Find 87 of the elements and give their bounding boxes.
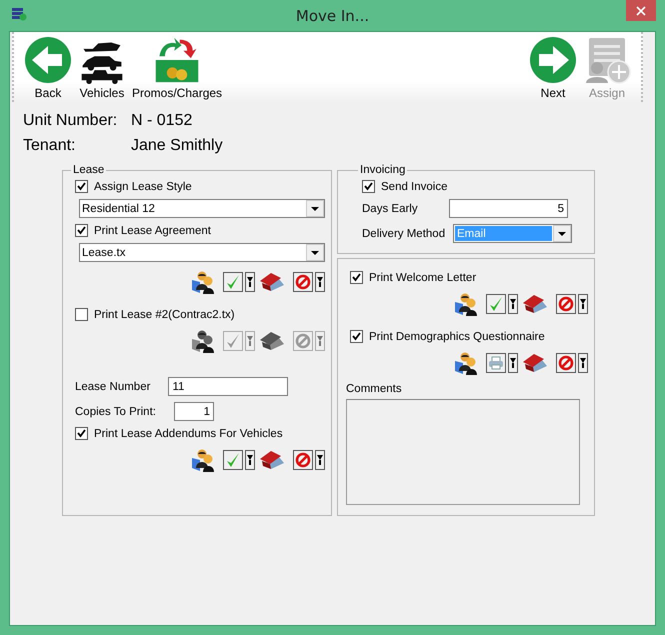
printer-icon [488, 356, 504, 370]
checkbox[interactable] [362, 180, 375, 193]
caret-icon [580, 358, 586, 368]
group-title: Invoicing [359, 164, 406, 176]
print-button[interactable] [486, 353, 506, 373]
house-icon[interactable] [522, 352, 548, 374]
checkbox-label[interactable]: Print Demographics Questionnaire [369, 330, 545, 342]
approve-button[interactable] [223, 272, 243, 292]
back-button[interactable]: Back [22, 36, 74, 102]
house-icon[interactable] [522, 293, 548, 315]
field-label: Delivery Method [362, 228, 446, 240]
checkbox-label[interactable]: Print Lease #2(Contrac2.tx) [94, 308, 235, 320]
cancel-button[interactable] [293, 450, 313, 470]
caret-icon [580, 299, 586, 309]
caret-icon [510, 358, 516, 368]
cancel-button[interactable] [556, 294, 576, 314]
checkbox[interactable] [75, 224, 88, 237]
caret-icon [317, 277, 323, 287]
dropdown-button[interactable] [578, 294, 588, 314]
people-icon[interactable] [191, 270, 215, 294]
caret-icon [247, 277, 253, 287]
checkbox[interactable] [350, 271, 363, 284]
checkbox-label[interactable]: Assign Lease Style [94, 180, 192, 192]
caret-icon [247, 336, 253, 346]
field-label: Unit Number: [23, 112, 118, 130]
field-value: N - 0152 [131, 112, 192, 130]
caret-icon [510, 299, 516, 309]
dropdown-button[interactable] [315, 450, 325, 470]
people-icon[interactable] [454, 292, 478, 316]
no-entry-icon [295, 274, 311, 290]
approve-button[interactable] [486, 294, 506, 314]
document-add-icon [583, 36, 631, 84]
dropdown[interactable]: Residential 12 [79, 199, 325, 218]
field-value: Jane Smithly [131, 136, 223, 154]
cancel-button[interactable] [556, 353, 576, 373]
check-icon [489, 296, 503, 312]
house-icon[interactable] [259, 449, 285, 471]
people-icon[interactable] [191, 448, 215, 472]
field-label: Tenant: [23, 136, 76, 154]
comments-field[interactable] [346, 399, 580, 505]
dropdown-button[interactable] [508, 353, 518, 373]
close-button[interactable] [626, 0, 656, 21]
field-label: Copies To Print: [75, 406, 156, 418]
next-button[interactable]: Next [527, 36, 579, 102]
group-title: Lease [72, 164, 106, 176]
no-entry-icon [295, 452, 311, 468]
promos-button[interactable]: Promos/Charges [130, 36, 224, 102]
checkbox[interactable] [75, 308, 88, 321]
input-field[interactable]: 5 [449, 199, 568, 218]
no-entry-icon [558, 296, 574, 312]
vehicles-button[interactable]: Vehicles [76, 36, 128, 102]
field-label: Comments [346, 383, 403, 395]
caret-icon [311, 250, 319, 254]
checkbox-label[interactable]: Print Welcome Letter [369, 272, 476, 284]
checkbox[interactable] [75, 427, 88, 440]
input-field[interactable]: 11 [168, 377, 288, 396]
checkbox[interactable] [75, 180, 88, 193]
caret-icon [247, 455, 253, 465]
no-entry-icon [295, 333, 311, 349]
caret-icon [311, 206, 319, 210]
dropdown-button[interactable] [578, 353, 588, 373]
caret-icon [317, 336, 323, 346]
caret-icon [558, 232, 566, 236]
dropdown[interactable]: Lease.tx [79, 243, 325, 262]
people-icon[interactable] [454, 351, 478, 375]
no-entry-icon [558, 355, 574, 371]
close-icon [636, 6, 646, 16]
checkbox-label[interactable]: Print Lease Agreement [94, 224, 211, 236]
check-icon [226, 333, 240, 349]
check-icon [226, 452, 240, 468]
house-icon[interactable] [259, 271, 285, 293]
field-label: Days Early [362, 202, 419, 214]
checkbox[interactable] [350, 330, 363, 343]
dropdown-button[interactable] [245, 272, 255, 292]
input-field[interactable]: 1 [174, 402, 214, 421]
dropdown-button[interactable] [245, 450, 255, 470]
checkbox-label[interactable]: Send Invoice [381, 180, 448, 192]
check-icon [226, 274, 240, 290]
app-icon [11, 7, 27, 21]
caret-icon [317, 455, 323, 465]
dropdown-button[interactable] [508, 294, 518, 314]
dropdown-button[interactable] [315, 272, 325, 292]
cancel-button[interactable] [293, 272, 313, 292]
field-label: Lease Number [75, 380, 150, 392]
window-title: Move In... [296, 6, 370, 24]
checkbox-label[interactable]: Print Lease Addendums For Vehicles [94, 428, 283, 440]
approve-button[interactable] [223, 450, 243, 470]
